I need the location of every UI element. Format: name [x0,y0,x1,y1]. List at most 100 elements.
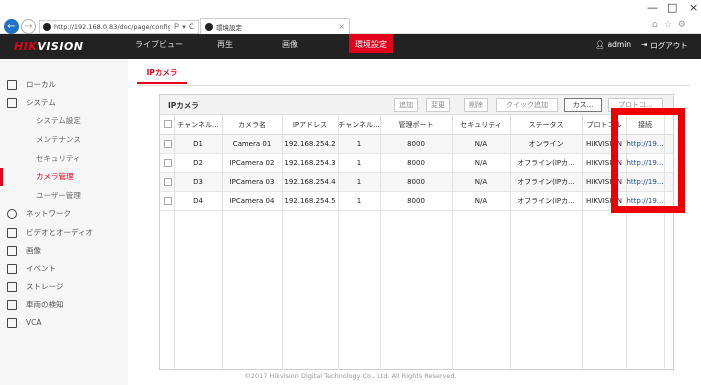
table-row[interactable]: D4 IPCamera 04 192.168.254.5 1 8000 N/A … [160,192,673,211]
user-menu[interactable]: 👤︎ admin [595,40,631,49]
edit-button[interactable]: 変更 [426,98,450,112]
forward-button[interactable]: → [21,19,36,34]
video-audio-icon [7,228,17,238]
cell-ip-address: 192.168.254.4 [284,178,336,186]
nav-picture[interactable]: 画像 [270,34,310,59]
tab-close-icon[interactable]: × [338,22,345,31]
sidebar: ローカル システム システム設定 メンテナンス セキュリティ カメラ管理 ユーザ… [0,59,128,385]
sidebar-item-network[interactable]: ネットワーク [0,205,128,223]
tab-ip-camera[interactable]: IPカメラ [137,64,187,84]
vca-icon [7,318,17,328]
table-header: チャンネル... カメラ名 IPアドレス チャンネル... 管理ポート セキュリ… [160,115,673,135]
cell-ip-address: 192.168.254.3 [284,159,336,167]
column-header-management-port[interactable]: 管理ポート [380,115,452,134]
tab-favicon-icon [205,22,213,31]
cell-management-port: 8000 [407,159,425,167]
sidebar-item-system[interactable]: システム [0,94,128,112]
delete-button[interactable]: 削除 [464,98,488,112]
tab-divider [137,85,690,86]
browser-toolbar-icons: ⌂ ☆ ⚙ [652,20,686,30]
sidebar-item-event[interactable]: イベント [0,260,128,278]
select-all-checkbox[interactable] [164,120,172,128]
column-header-camera-name[interactable]: カメラ名 [222,115,282,134]
cell-security: N/A [474,159,488,167]
cell-channel-no: 1 [356,159,362,167]
user-name: admin [607,40,632,49]
sidebar-item-vca[interactable]: VCA [0,314,128,332]
vehicle-detection-icon [7,300,17,310]
cell-camera-name: IPCamera 04 [229,197,275,205]
cell-management-port: 8000 [407,140,425,148]
quick-add-button[interactable]: クイック追加 [496,98,558,112]
logout-button[interactable]: ⇥ ログアウト [641,40,688,51]
red-highlight-box [611,108,685,213]
settings-gear-icon[interactable]: ⚙ [678,20,686,30]
cell-camera-name: IPCamera 03 [229,178,275,186]
home-icon[interactable]: ⌂ [652,20,658,30]
window-maximize-button[interactable]: □ [667,1,677,14]
column-divider [338,115,339,370]
cell-channel-no: 1 [356,197,362,205]
column-header-channel-no[interactable]: チャンネル... [338,115,380,134]
address-bar[interactable]: http://192.168.0.83/doc/page/config.asp … [39,20,199,34]
window-close-button[interactable]: × [689,1,698,14]
cell-status: オフライン(IPカ... [517,197,575,205]
column-divider [582,115,583,370]
cell-status: オンライン [528,140,564,148]
column-header-status[interactable]: ステータス [510,115,582,134]
network-icon [7,209,17,219]
address-controls[interactable]: Ｐ ▾ Ｃ [173,22,195,32]
sidebar-sub-camera-management[interactable]: カメラ管理 [0,168,128,186]
image-icon [7,246,17,256]
column-divider [510,115,511,370]
system-icon [7,98,17,108]
sidebar-sub-maintenance[interactable]: メンテナンス [0,131,128,149]
row-checkbox[interactable] [164,140,172,148]
sidebar-sub-system-settings[interactable]: システム設定 [0,112,128,130]
table-row[interactable]: D3 IPCamera 03 192.168.254.4 1 8000 N/A … [160,173,673,192]
cell-security: N/A [474,178,488,186]
sidebar-item-storage[interactable]: ストレージ [0,278,128,296]
sidebar-item-vehicle-detection[interactable]: 車両の検知 [0,296,128,314]
custom-button[interactable]: カス... [564,98,602,112]
nav-live-view[interactable]: ライブビュー [134,34,184,59]
back-button[interactable]: ← [4,19,19,34]
cell-channel-no: 1 [356,140,362,148]
window-minimize-button[interactable]: — [647,1,658,14]
row-checkbox[interactable] [164,197,172,205]
sidebar-item-local[interactable]: ローカル [0,76,128,94]
ip-camera-panel: IPカメラ 追加 変更 削除 クイック追加 カス... プロトコ... チャンネ… [159,94,674,370]
browser-chrome: ← → http://192.168.0.83/doc/page/config.… [0,0,701,34]
sidebar-sub-security[interactable]: セキュリティ [0,150,128,168]
app-top-nav: HIKVISION ライブビュー 再生 画像 環境設定 👤︎ admin ⇥ ロ… [0,34,701,59]
row-checkbox[interactable] [164,159,172,167]
column-header-security[interactable]: セキュリティ [452,115,510,134]
column-header-channel[interactable]: チャンネル... [174,115,222,134]
sidebar-item-image[interactable]: 画像 [0,242,128,260]
nav-configuration[interactable]: 環境設定 [349,34,393,53]
sidebar-item-video-audio[interactable]: ビデオとオーディオ [0,224,128,242]
table-row[interactable]: D1 Camera 01 192.168.254.2 1 8000 N/A オン… [160,135,673,154]
cell-status: オフライン(IPカ... [517,178,575,186]
event-icon [7,264,17,274]
cell-management-port: 8000 [407,197,425,205]
panel-header: IPカメラ 追加 変更 削除 クイック追加 カス... プロトコ... [160,95,673,115]
browser-tab[interactable]: 環境設定 × [200,18,350,34]
cell-channel-no: 1 [356,178,362,186]
hikvision-logo: HIKVISION [14,40,84,53]
address-url[interactable]: http://192.168.0.83/doc/page/config.asp [54,23,170,31]
cell-channel: D1 [193,140,203,148]
favorites-star-icon[interactable]: ☆ [664,20,672,30]
cell-camera-name: Camera 01 [232,140,272,148]
cell-channel: D4 [193,197,203,205]
column-header-ip-address[interactable]: IPアドレス [282,115,338,134]
sidebar-sub-user-management[interactable]: ユーザー管理 [0,187,128,205]
table-row[interactable]: D2 IPCamera 02 192.168.254.3 1 8000 N/A … [160,154,673,173]
row-checkbox[interactable] [164,178,172,186]
cell-security: N/A [474,197,488,205]
cell-management-port: 8000 [407,178,425,186]
cell-ip-address: 192.168.254.5 [284,197,336,205]
nav-playback[interactable]: 再生 [205,34,245,59]
add-button[interactable]: 追加 [394,98,418,112]
logout-icon: ⇥ [641,40,648,49]
